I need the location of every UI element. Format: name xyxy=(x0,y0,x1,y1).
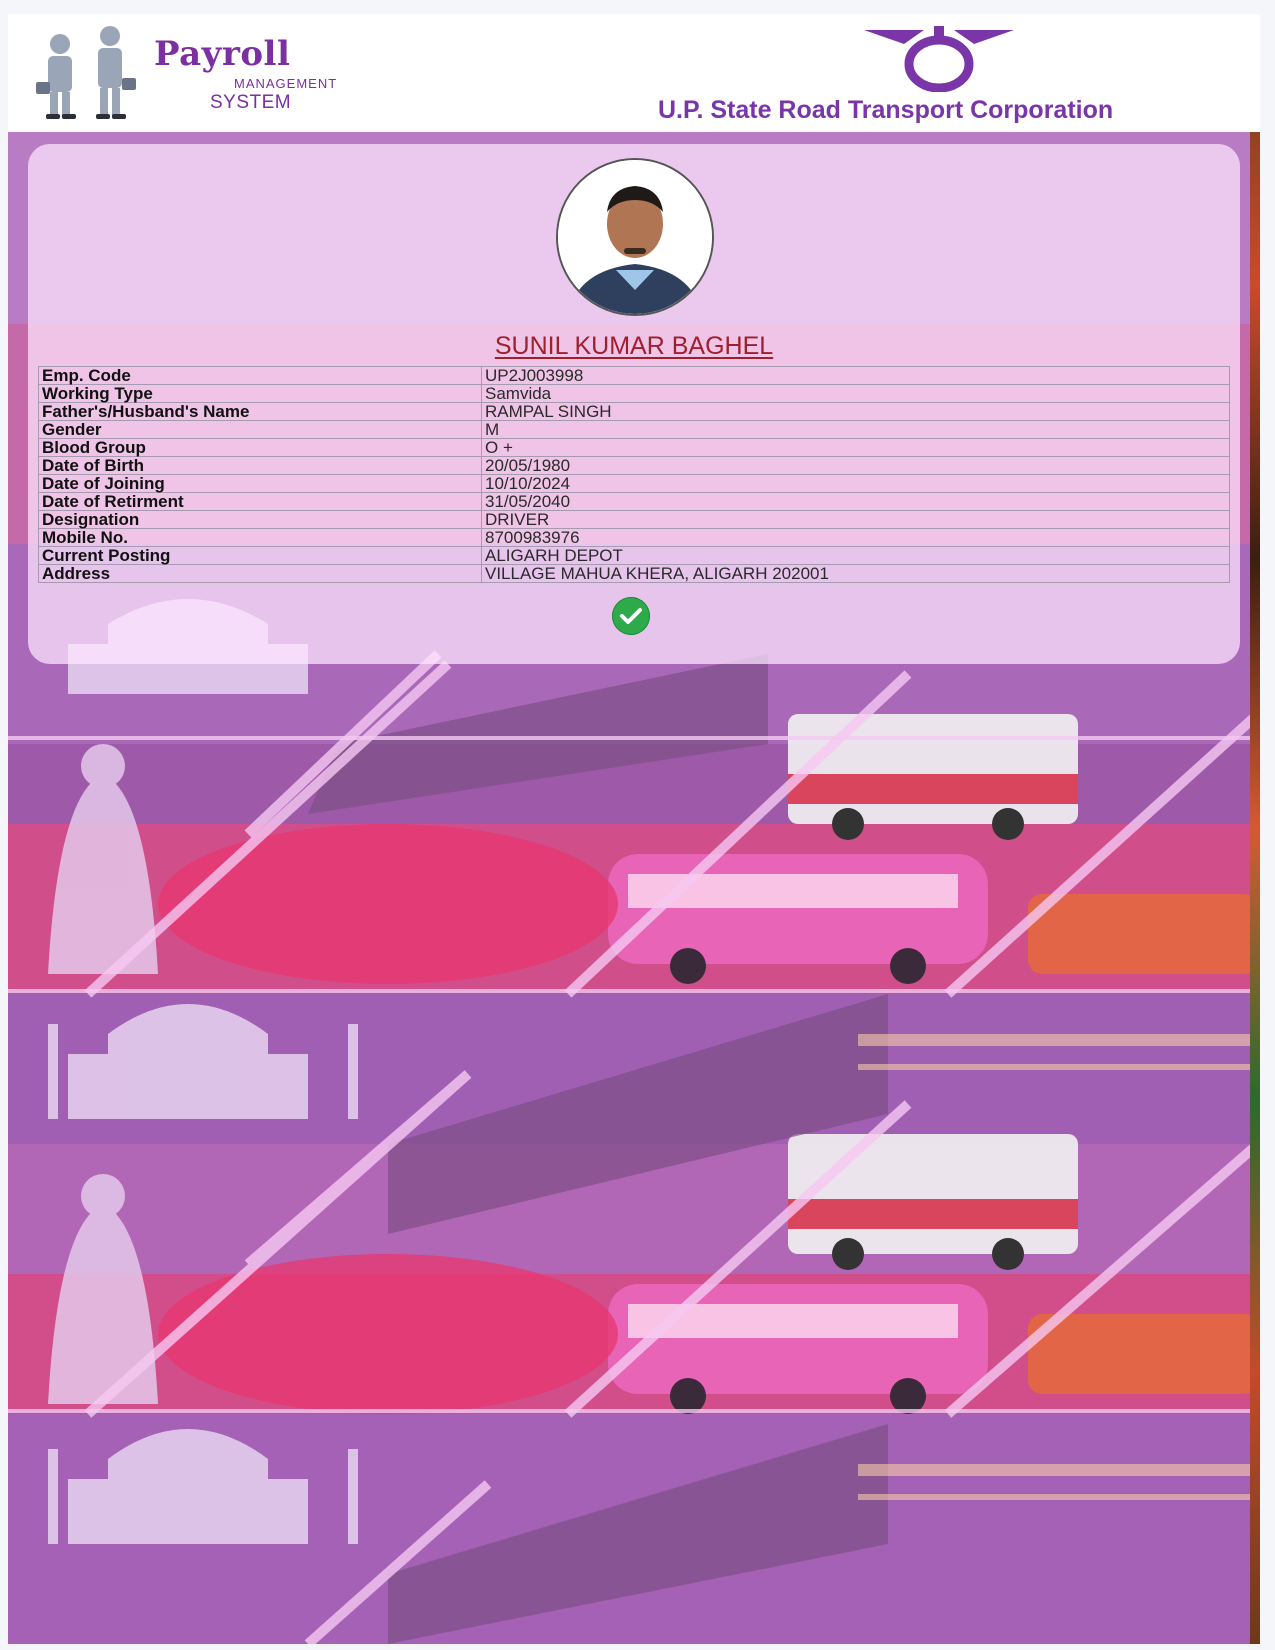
table-row: Father's/Husband's Name RAMPAL SINGH xyxy=(38,402,1230,421)
field-label: Date of Birth xyxy=(38,456,482,475)
field-value: VILLAGE MAHUA KHERA, ALIGARH 202001 xyxy=(481,564,1230,583)
field-value: 10/10/2024 xyxy=(481,474,1230,493)
table-row: Working Type Samvida xyxy=(38,384,1230,403)
table-row: Address VILLAGE MAHUA KHERA, ALIGARH 2020… xyxy=(38,564,1230,583)
field-value: RAMPAL SINGH xyxy=(481,402,1230,421)
field-label: Blood Group xyxy=(38,438,482,457)
table-row: Date of Retirment 31/05/2040 xyxy=(38,492,1230,511)
field-label: Designation xyxy=(38,510,482,529)
header-banner: Payroll MANAGEMENT SYSTEM U.P. State Roa… xyxy=(8,14,1260,132)
employee-name: SUNIL KUMAR BAGHEL xyxy=(494,332,774,360)
field-value: DRIVER xyxy=(481,510,1230,529)
page: Payroll MANAGEMENT SYSTEM U.P. State Roa… xyxy=(8,14,1260,1644)
app-subtitle-management: MANAGEMENT xyxy=(234,76,338,91)
table-row: Date of Joining 10/10/2024 xyxy=(38,474,1230,493)
field-label: Working Type xyxy=(38,384,482,403)
field-label: Mobile No. xyxy=(38,528,482,547)
field-value: 8700983976 xyxy=(481,528,1230,547)
upsrtc-logo xyxy=(864,26,1014,92)
field-value: M xyxy=(481,420,1230,439)
field-label: Address xyxy=(38,564,482,583)
edge-strip-decoration xyxy=(1250,14,1260,1644)
field-label: Father's/Husband's Name xyxy=(38,402,482,421)
check-circle-icon xyxy=(612,597,650,635)
field-value: Samvida xyxy=(481,384,1230,403)
field-label: Current Posting xyxy=(38,546,482,565)
field-label: Emp. Code xyxy=(38,366,482,385)
field-label: Date of Joining xyxy=(38,474,482,493)
table-row: Gender M xyxy=(38,420,1230,439)
table-row: Designation DRIVER xyxy=(38,510,1230,529)
business-people-logo xyxy=(36,26,136,119)
field-value: 20/05/1980 xyxy=(481,456,1230,475)
field-label: Date of Retirment xyxy=(38,492,482,511)
table-row: Current Posting ALIGARH DEPOT xyxy=(38,546,1230,565)
employee-details-table: Emp. Code UP2J003998 Working Type Samvida Fa… xyxy=(38,366,1230,583)
field-value: ALIGARH DEPOT xyxy=(481,546,1230,565)
table-row: Mobile No. 8700983976 xyxy=(38,528,1230,547)
field-value: UP2J003998 xyxy=(481,366,1230,385)
field-label: Gender xyxy=(38,420,482,439)
field-value: 31/05/2040 xyxy=(481,492,1230,511)
app-title: Payroll xyxy=(154,34,291,74)
employee-card: SUNIL KUMAR BAGHEL Emp. Code UP2J003998 Wo… xyxy=(28,144,1240,664)
table-row: Date of Birth 20/05/1980 xyxy=(38,456,1230,475)
organization-name: U.P. State Road Transport Corporation xyxy=(658,96,1114,124)
table-row: Emp. Code UP2J003998 xyxy=(38,366,1230,385)
table-row: Blood Group O + xyxy=(38,438,1230,457)
field-value: O + xyxy=(481,438,1230,457)
avatar xyxy=(556,158,714,316)
app-subtitle-system: SYSTEM xyxy=(210,92,292,113)
employee-photo xyxy=(558,160,712,314)
